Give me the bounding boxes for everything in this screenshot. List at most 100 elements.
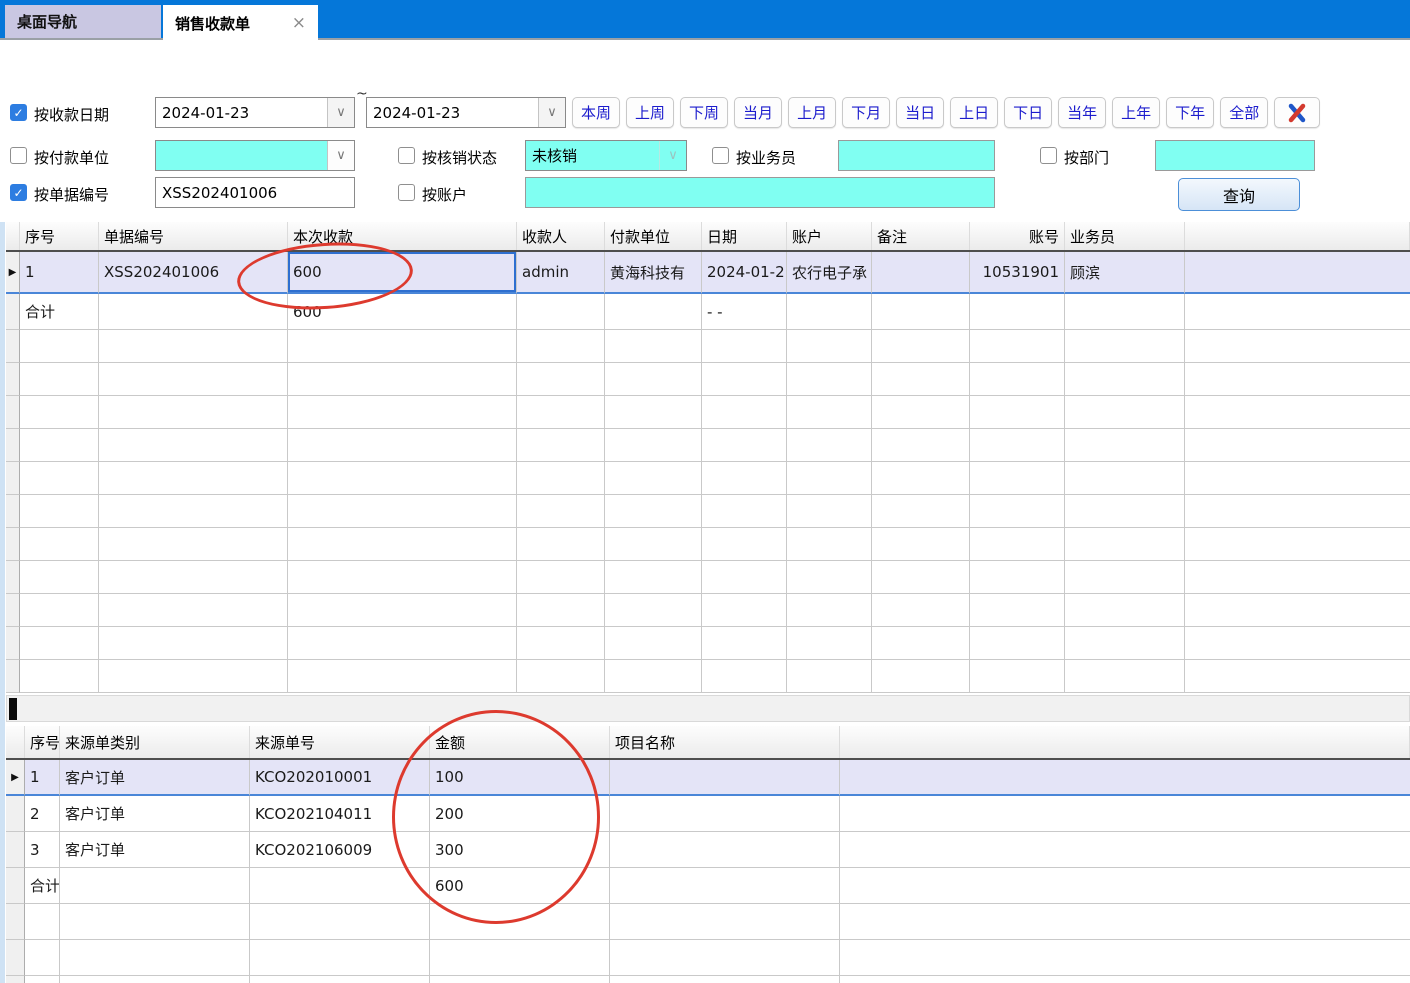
table-cell[interactable] xyxy=(1185,594,1410,627)
table-cell[interactable] xyxy=(25,904,60,940)
table-cell[interactable] xyxy=(1065,294,1185,330)
table-cell[interactable] xyxy=(787,330,872,363)
table-cell[interactable]: 200 xyxy=(430,796,610,832)
chevron-down-icon[interactable]: ∨ xyxy=(659,141,686,170)
tab-sales-receipt[interactable]: 销售收款单 × xyxy=(163,5,318,41)
quick-range-button[interactable]: 本周 xyxy=(572,97,620,128)
table-cell[interactable]: 序号 xyxy=(20,222,99,250)
table-cell[interactable] xyxy=(517,594,605,627)
table-cell[interactable] xyxy=(610,760,840,796)
table-cell[interactable] xyxy=(250,976,430,983)
department-input[interactable] xyxy=(1155,140,1315,171)
table-cell[interactable] xyxy=(1185,627,1410,660)
table-cell[interactable] xyxy=(872,594,970,627)
table-cell[interactable] xyxy=(840,976,1410,983)
table-cell[interactable]: 日期 xyxy=(702,222,787,250)
table-cell[interactable]: 账户 xyxy=(787,222,872,250)
table-row[interactable] xyxy=(6,940,1410,976)
table-cell[interactable] xyxy=(288,462,517,495)
table-cell[interactable] xyxy=(20,660,99,693)
table-cell[interactable] xyxy=(288,561,517,594)
table-cell[interactable]: 2024-01-2 xyxy=(702,252,787,294)
table-cell[interactable] xyxy=(1065,495,1185,528)
table-cell[interactable] xyxy=(605,429,702,462)
table-cell[interactable] xyxy=(787,627,872,660)
table-row[interactable] xyxy=(6,363,1410,396)
table-cell[interactable] xyxy=(872,330,970,363)
table-cell[interactable] xyxy=(840,726,1410,758)
table-cell[interactable]: 2 xyxy=(25,796,60,832)
table-cell[interactable] xyxy=(970,396,1065,429)
table-cell[interactable] xyxy=(1065,627,1185,660)
table-cell[interactable] xyxy=(872,495,970,528)
table-cell[interactable]: 300 xyxy=(430,832,610,868)
table-cell[interactable] xyxy=(970,330,1065,363)
table-cell[interactable] xyxy=(605,462,702,495)
table-cell[interactable]: 付款单位 xyxy=(605,222,702,250)
table-cell[interactable] xyxy=(1185,429,1410,462)
tab-desktop-navigation[interactable]: 桌面导航 xyxy=(5,5,161,38)
table-cell[interactable] xyxy=(702,396,787,429)
table-cell[interactable] xyxy=(702,363,787,396)
table-cell[interactable] xyxy=(1065,363,1185,396)
verify-status-checkbox[interactable] xyxy=(398,147,415,164)
table-cell[interactable] xyxy=(288,429,517,462)
table-cell[interactable] xyxy=(970,462,1065,495)
table-cell[interactable] xyxy=(517,660,605,693)
query-button[interactable]: 查询 xyxy=(1178,178,1300,211)
table-cell[interactable]: 合计 xyxy=(25,868,60,904)
table-cell[interactable] xyxy=(787,561,872,594)
table-cell[interactable]: 顾滨 xyxy=(1065,252,1185,294)
payer-checkbox[interactable] xyxy=(10,147,27,164)
table-cell[interactable] xyxy=(288,363,517,396)
table-cell[interactable] xyxy=(787,528,872,561)
table-cell[interactable]: 农行电子承 xyxy=(787,252,872,294)
table-cell[interactable] xyxy=(20,330,99,363)
doc-no-input[interactable] xyxy=(155,177,355,208)
table-cell[interactable] xyxy=(970,495,1065,528)
table-cell[interactable]: 备注 xyxy=(872,222,970,250)
table-cell[interactable] xyxy=(25,940,60,976)
table-cell[interactable] xyxy=(702,330,787,363)
account-input[interactable] xyxy=(525,177,995,208)
table-cell[interactable] xyxy=(250,940,430,976)
table-cell[interactable] xyxy=(6,726,25,758)
table-cell[interactable]: 项目名称 xyxy=(610,726,840,758)
table-cell[interactable] xyxy=(1185,561,1410,594)
doc-no-checkbox[interactable]: ✓ xyxy=(10,184,27,201)
table-row[interactable]: 2客户订单KCO202104011200 xyxy=(6,796,1410,832)
table-cell[interactable] xyxy=(99,561,288,594)
chevron-down-icon[interactable]: ∨ xyxy=(538,98,565,127)
table-cell[interactable] xyxy=(605,363,702,396)
table-cell[interactable]: 600 xyxy=(288,252,517,294)
table-cell[interactable] xyxy=(872,363,970,396)
close-icon[interactable]: × xyxy=(292,15,306,32)
table-cell[interactable]: 客户订单 xyxy=(60,832,250,868)
table-cell[interactable] xyxy=(99,363,288,396)
table-cell[interactable] xyxy=(288,627,517,660)
table-cell[interactable]: 合计 xyxy=(20,294,99,330)
table-cell[interactable] xyxy=(1185,294,1410,330)
table-cell[interactable] xyxy=(250,868,430,904)
table-cell[interactable] xyxy=(702,627,787,660)
table-cell[interactable] xyxy=(970,294,1065,330)
table-cell[interactable] xyxy=(60,868,250,904)
table-row[interactable] xyxy=(6,462,1410,495)
table-cell[interactable] xyxy=(430,904,610,940)
table-row[interactable] xyxy=(6,495,1410,528)
table-cell[interactable] xyxy=(99,330,288,363)
table-cell[interactable] xyxy=(605,330,702,363)
table-cell[interactable] xyxy=(99,528,288,561)
table-row[interactable]: ▶1客户订单KCO202010001100 xyxy=(6,760,1410,796)
table-cell[interactable] xyxy=(610,976,840,983)
table-cell[interactable] xyxy=(1185,495,1410,528)
table-cell[interactable] xyxy=(517,561,605,594)
table-cell[interactable] xyxy=(970,594,1065,627)
table-cell[interactable] xyxy=(702,594,787,627)
table-row[interactable]: 合计600- - xyxy=(6,294,1410,330)
table-cell[interactable] xyxy=(60,976,250,983)
table-cell[interactable] xyxy=(1065,396,1185,429)
table-cell[interactable] xyxy=(702,495,787,528)
quick-range-button[interactable]: 上年 xyxy=(1112,97,1160,128)
table-cell[interactable] xyxy=(605,561,702,594)
